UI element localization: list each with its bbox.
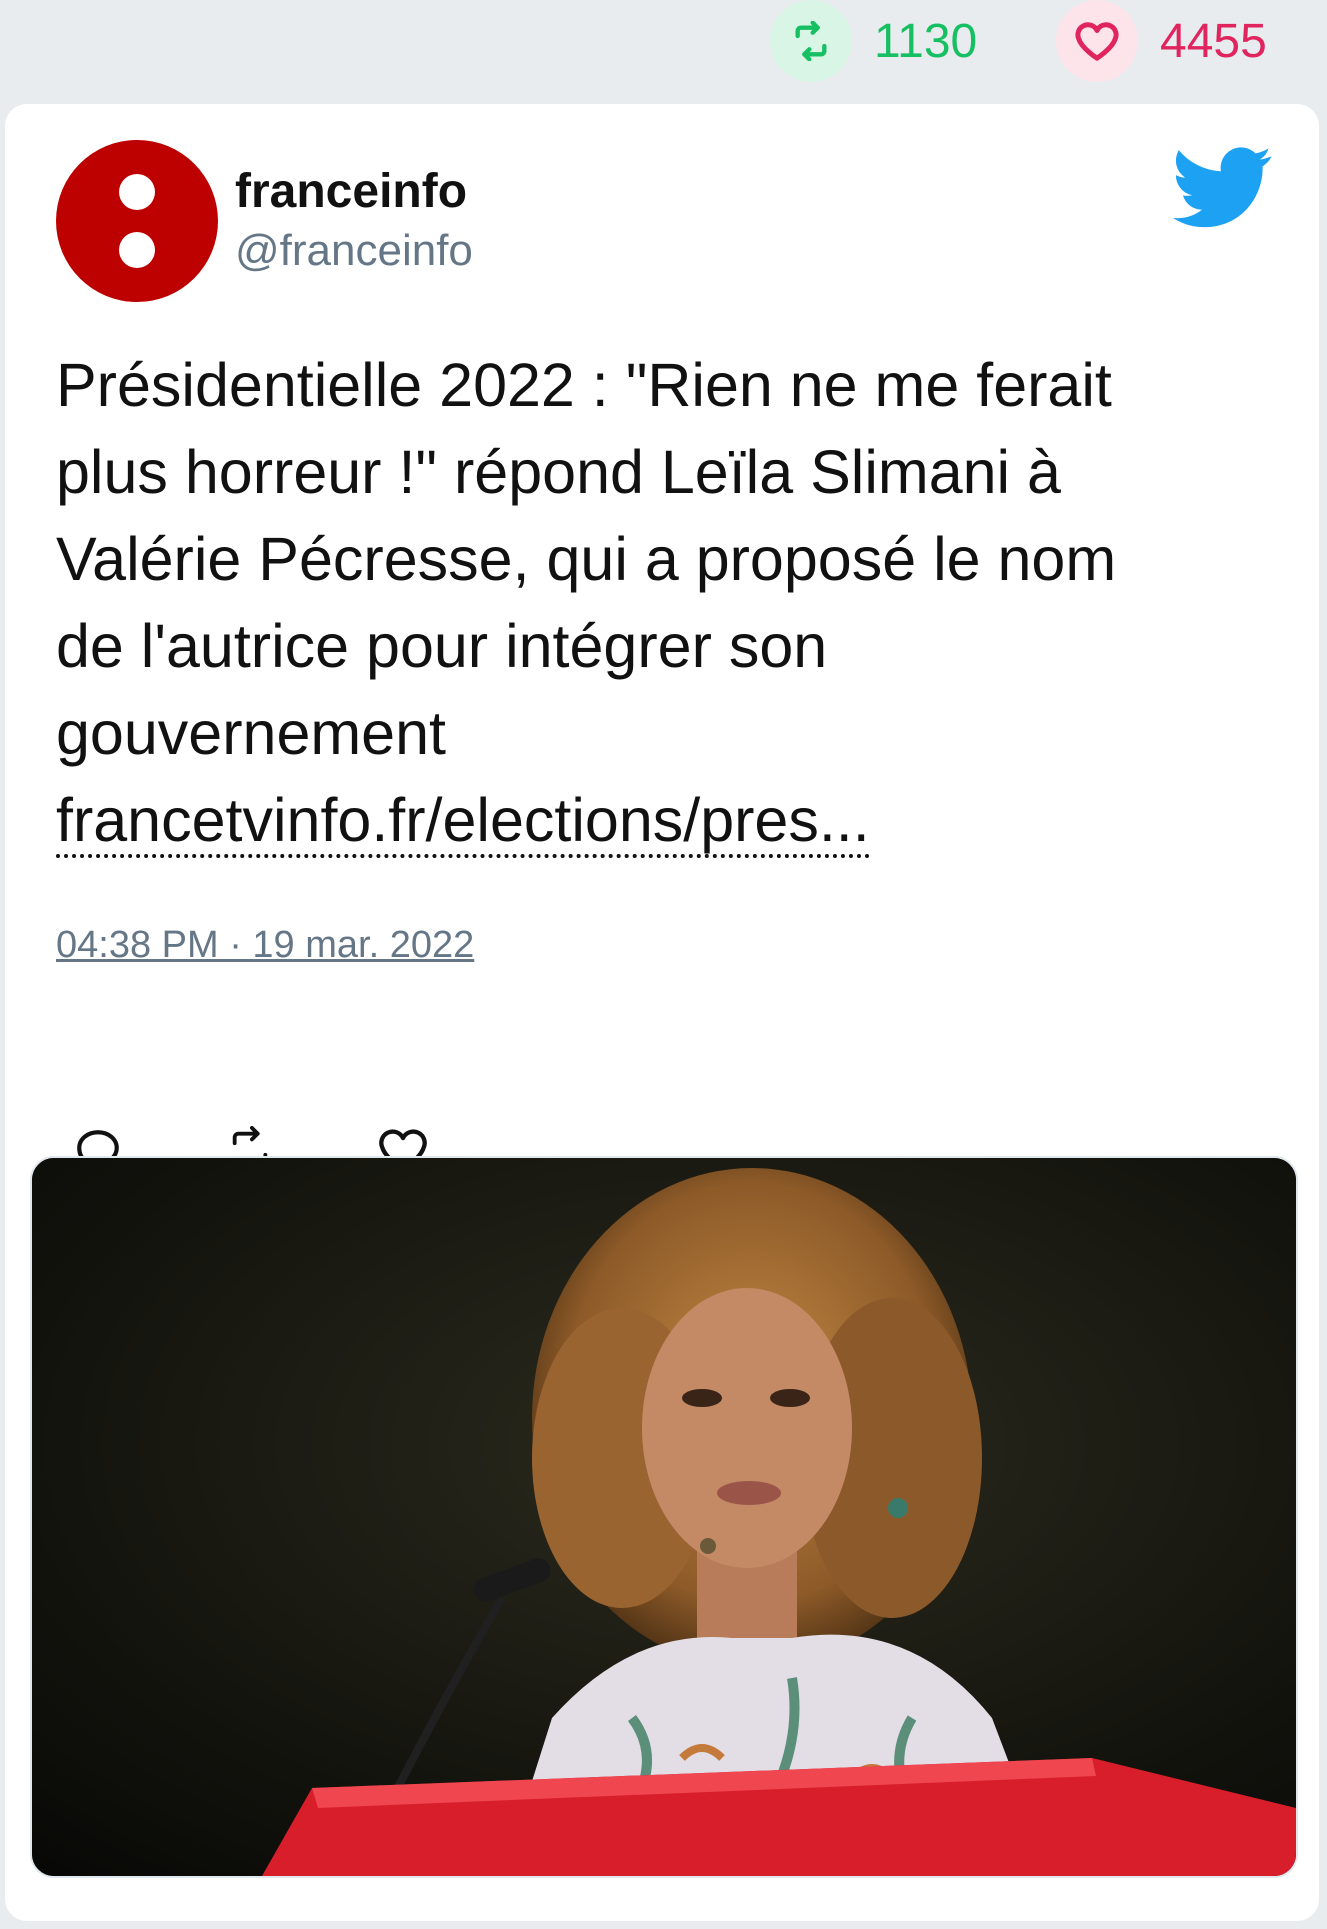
tweet-text-line: gouvernement	[56, 699, 446, 767]
retweet-icon	[770, 0, 852, 82]
tweet-text-line: de l'autrice pour intégrer son	[56, 612, 828, 680]
author-handle[interactable]: @franceinfo	[235, 226, 473, 276]
article-link[interactable]: francetvinfo.fr/elections/pres...	[56, 786, 870, 858]
tweet-photo[interactable]	[30, 1156, 1298, 1878]
like-count: 4455	[1160, 14, 1267, 68]
avatar-dot	[119, 174, 155, 210]
tweet-timestamp[interactable]: 04:38 PM · 19 mar. 2022	[56, 924, 474, 967]
like-count-stat[interactable]: 4455	[1056, 0, 1267, 82]
retweet-count: 1130	[874, 14, 978, 68]
author-name[interactable]: franceinfo	[235, 164, 467, 219]
retweet-count-stat[interactable]: 1130	[770, 0, 977, 82]
tweet-text: Présidentielle 2022 : "Rien ne me ferait…	[56, 342, 1276, 864]
avatar[interactable]	[56, 140, 218, 302]
heart-icon	[1056, 0, 1138, 82]
tweet-card: franceinfo @franceinfo Présidentielle 20…	[5, 104, 1319, 1921]
tweet-stats-bar: 1130 4455	[0, 0, 1327, 100]
twitter-bird-icon[interactable]	[1173, 146, 1273, 230]
avatar-dot	[119, 232, 155, 268]
tweet-text-line: plus horreur !" répond Leïla Slimani à	[56, 438, 1061, 506]
tweet-text-line: Présidentielle 2022 : "Rien ne me ferait	[56, 351, 1112, 419]
portrait-photo	[32, 1158, 1296, 1876]
tweet-text-line: Valérie Pécresse, qui a proposé le nom	[56, 525, 1117, 593]
